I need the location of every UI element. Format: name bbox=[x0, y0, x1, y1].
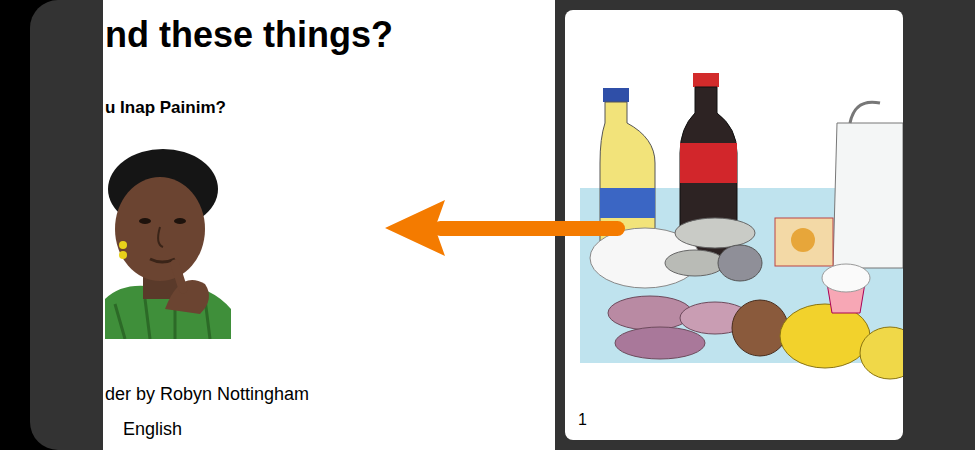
reader-screen: nd these things? u Inap Painim? der by Rob… bbox=[0, 0, 975, 450]
book-language: English bbox=[103, 416, 555, 443]
page-number: 1 bbox=[565, 408, 903, 440]
book-credit: der by Robyn Nottingham bbox=[103, 381, 555, 408]
swipe-arrow-icon bbox=[383, 198, 628, 258]
book-subtitle: u Inap Painim? bbox=[103, 95, 555, 121]
woman-portrait-icon bbox=[105, 149, 235, 339]
book-title: nd these things? bbox=[103, 12, 555, 57]
